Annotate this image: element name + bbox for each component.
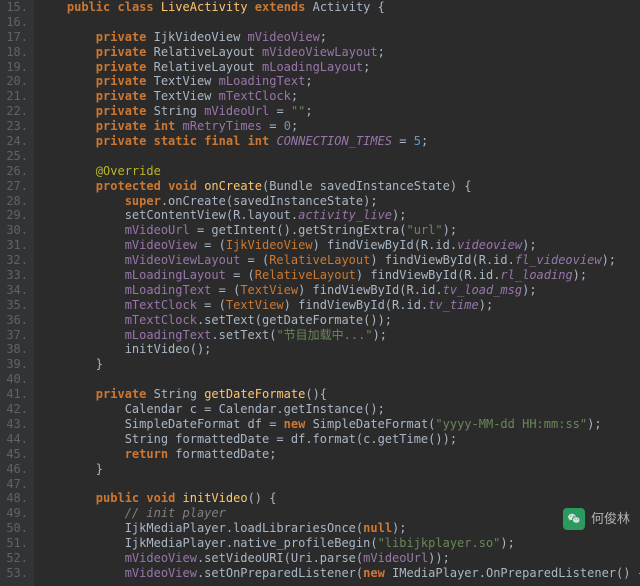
code-line[interactable]: mVideoView.setOnPreparedListener(new IMe… xyxy=(38,566,640,581)
line-number: 29. xyxy=(4,208,28,223)
line-number: 42. xyxy=(4,402,28,417)
line-number: 46. xyxy=(4,462,28,477)
code-line[interactable]: // init player xyxy=(38,506,640,521)
line-number: 48. xyxy=(4,491,28,506)
code-line[interactable]: mTextClock.setText(getDateFormate()); xyxy=(38,313,640,328)
line-number: 34. xyxy=(4,283,28,298)
line-number: 22. xyxy=(4,104,28,119)
code-line[interactable]: mLoadingText.setText("节目加载中..."); xyxy=(38,328,640,343)
line-number: 19. xyxy=(4,60,28,75)
line-number: 23. xyxy=(4,119,28,134)
line-number: 35. xyxy=(4,298,28,313)
line-number: 43. xyxy=(4,417,28,432)
code-line[interactable]: } xyxy=(38,462,640,477)
code-editor[interactable]: 15.16.17.18.19.20.21.22.23.24.25.26.27.2… xyxy=(0,0,640,586)
line-number-gutter: 15.16.17.18.19.20.21.22.23.24.25.26.27.2… xyxy=(0,0,34,586)
line-number: 36. xyxy=(4,313,28,328)
line-number: 41. xyxy=(4,387,28,402)
code-line[interactable]: private static final int CONNECTION_TIME… xyxy=(38,134,640,149)
code-line[interactable]: mLoadingText = (TextView) findViewById(R… xyxy=(38,283,640,298)
line-number: 28. xyxy=(4,194,28,209)
line-number: 37. xyxy=(4,328,28,343)
code-line[interactable]: private TextView mLoadingText; xyxy=(38,74,640,89)
code-line[interactable]: Calendar c = Calendar.getInstance(); xyxy=(38,402,640,417)
code-line[interactable]: mVideoView = (IjkVideoView) findViewById… xyxy=(38,238,640,253)
line-number: 39. xyxy=(4,357,28,372)
code-line[interactable] xyxy=(38,477,640,492)
line-number: 53. xyxy=(4,566,28,581)
code-line[interactable]: IjkMediaPlayer.native_profileBegin("libi… xyxy=(38,536,640,551)
code-line[interactable]: mTextClock = (TextView) findViewById(R.i… xyxy=(38,298,640,313)
line-number: 30. xyxy=(4,223,28,238)
code-line[interactable]: return formattedDate; xyxy=(38,447,640,462)
line-number: 38. xyxy=(4,342,28,357)
line-number: 15. xyxy=(4,0,28,15)
code-line[interactable]: SimpleDateFormat df = new SimpleDateForm… xyxy=(38,417,640,432)
line-number: 16. xyxy=(4,15,28,30)
line-number: 44. xyxy=(4,432,28,447)
line-number: 25. xyxy=(4,149,28,164)
line-number: 52. xyxy=(4,551,28,566)
line-number: 33. xyxy=(4,268,28,283)
code-line[interactable]: @Override xyxy=(38,164,640,179)
line-number: 50. xyxy=(4,521,28,536)
line-number: 18. xyxy=(4,45,28,60)
line-number: 24. xyxy=(4,134,28,149)
line-number: 26. xyxy=(4,164,28,179)
code-line[interactable]: mVideoView.setVideoURI(Uri.parse(mVideoU… xyxy=(38,551,640,566)
code-line[interactable] xyxy=(38,372,640,387)
code-line[interactable]: mVideoUrl = getIntent().getStringExtra("… xyxy=(38,223,640,238)
line-number: 40. xyxy=(4,372,28,387)
code-line[interactable]: private int mRetryTimes = 0; xyxy=(38,119,640,134)
code-line[interactable]: private TextView mTextClock; xyxy=(38,89,640,104)
code-line[interactable]: private String mVideoUrl = ""; xyxy=(38,104,640,119)
code-line[interactable]: public void initVideo() { xyxy=(38,491,640,506)
wechat-watermark: 何俊林 xyxy=(563,508,630,530)
code-line[interactable]: private IjkVideoView mVideoView; xyxy=(38,30,640,45)
code-line[interactable]: super.onCreate(savedInstanceState); xyxy=(38,194,640,209)
code-line[interactable]: protected void onCreate(Bundle savedInst… xyxy=(38,179,640,194)
code-line[interactable]: mVideoViewLayout = (RelativeLayout) find… xyxy=(38,253,640,268)
code-line[interactable] xyxy=(38,149,640,164)
code-line[interactable]: private RelativeLayout mLoadingLayout; xyxy=(38,60,640,75)
line-number: 51. xyxy=(4,536,28,551)
line-number: 17. xyxy=(4,30,28,45)
code-line[interactable]: setContentView(R.layout.activity_live); xyxy=(38,208,640,223)
line-number: 45. xyxy=(4,447,28,462)
code-area[interactable]: public class LiveActivity extends Activi… xyxy=(34,0,640,586)
line-number: 49. xyxy=(4,506,28,521)
code-line[interactable]: public class LiveActivity extends Activi… xyxy=(38,0,640,15)
code-line[interactable] xyxy=(38,15,640,30)
line-number: 47. xyxy=(4,477,28,492)
wechat-icon xyxy=(563,508,585,530)
code-line[interactable]: String formattedDate = df.format(c.getTi… xyxy=(38,432,640,447)
line-number: 21. xyxy=(4,89,28,104)
code-line[interactable]: } xyxy=(38,357,640,372)
code-line[interactable]: mLoadingLayout = (RelativeLayout) findVi… xyxy=(38,268,640,283)
code-line[interactable]: private RelativeLayout mVideoViewLayout; xyxy=(38,45,640,60)
watermark-label: 何俊林 xyxy=(591,512,630,527)
line-number: 32. xyxy=(4,253,28,268)
code-line[interactable]: initVideo(); xyxy=(38,342,640,357)
line-number: 20. xyxy=(4,74,28,89)
line-number: 31. xyxy=(4,238,28,253)
code-line[interactable]: private String getDateFormate(){ xyxy=(38,387,640,402)
code-line[interactable]: IjkMediaPlayer.loadLibrariesOnce(null); xyxy=(38,521,640,536)
line-number: 27. xyxy=(4,179,28,194)
